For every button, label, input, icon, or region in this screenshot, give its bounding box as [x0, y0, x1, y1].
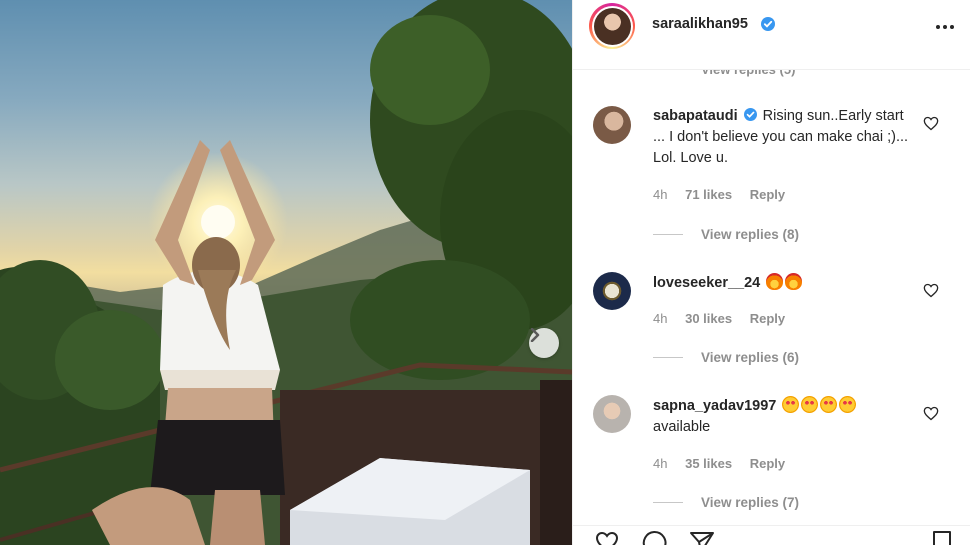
share-icon[interactable] [689, 530, 715, 545]
comment-time[interactable]: 4h [653, 187, 667, 202]
comment-likes[interactable]: 71 likes [685, 187, 732, 202]
comment-username[interactable]: sabapataudi [653, 108, 738, 124]
author-avatar-image [593, 7, 631, 45]
post-header: saraalikhan95 [573, 0, 970, 70]
post-photo [0, 0, 572, 545]
comments-panel: saraalikhan95 View replies (5) sabapatau… [572, 0, 970, 545]
comment-meta: 4h 35 likes Reply [653, 456, 799, 471]
more-options-icon[interactable] [935, 17, 955, 37]
comment-avatar[interactable] [593, 395, 631, 433]
verified-badge-icon [743, 108, 757, 121]
divider-line [653, 502, 683, 503]
view-replies-link[interactable]: View replies (7) [653, 495, 799, 510]
reply-button[interactable]: Reply [750, 456, 785, 471]
verified-badge-icon [761, 17, 775, 31]
comment-likes[interactable]: 35 likes [685, 456, 732, 471]
comment-meta: 4h 71 likes Reply [653, 187, 799, 202]
view-replies-link[interactable]: View replies (6) [653, 350, 799, 365]
comment-time[interactable]: 4h [653, 456, 667, 471]
comment-username[interactable]: loveseeker__24 [653, 275, 760, 291]
like-heart-icon[interactable] [923, 116, 939, 131]
post-action-bar [573, 525, 970, 545]
comment-likes[interactable]: 30 likes [685, 311, 732, 326]
comment-avatar[interactable] [593, 272, 631, 310]
star-struck-emoji-icon [820, 396, 838, 413]
comment-text: available [653, 419, 711, 435]
star-struck-emoji-icon [839, 396, 857, 413]
view-replies-label: View replies (8) [701, 227, 800, 242]
divider-line [653, 357, 683, 358]
fire-emoji-icon [766, 273, 784, 290]
star-struck-emoji-icon [801, 396, 819, 413]
view-replies-label: View replies (6) [701, 350, 800, 365]
comment-text-block: sabapataudi Rising sun..Early start ... … [653, 106, 913, 169]
comment-icon[interactable] [641, 530, 667, 545]
comment-time[interactable]: 4h [653, 311, 667, 326]
divider-line [653, 234, 683, 235]
comment-text-block: sapna_yadav1997 available [653, 396, 913, 438]
like-heart-icon[interactable] [923, 283, 939, 298]
author-avatar[interactable] [589, 3, 635, 49]
fire-emoji-icon [785, 273, 803, 290]
comment-meta: 4h 30 likes Reply [653, 311, 799, 326]
star-struck-emoji-icon [782, 396, 800, 413]
reply-button[interactable]: Reply [750, 311, 785, 326]
reply-button[interactable]: Reply [750, 187, 785, 202]
author-username[interactable]: saraalikhan95 [652, 16, 748, 32]
chevron-right-icon [530, 328, 540, 342]
next-photo-button[interactable] [529, 328, 559, 358]
bookmark-icon[interactable] [931, 530, 953, 545]
like-heart-icon[interactable] [923, 406, 939, 421]
comment-username[interactable]: sapna_yadav1997 [653, 398, 776, 414]
heart-icon[interactable] [593, 531, 621, 545]
view-replies-link[interactable]: View replies (8) [653, 227, 799, 242]
comment-avatar[interactable] [593, 106, 631, 144]
view-replies-label: View replies (7) [701, 495, 800, 510]
comment-text-block: loveseeker__24 [653, 273, 913, 294]
sunrise-yoga-photo [0, 0, 572, 545]
